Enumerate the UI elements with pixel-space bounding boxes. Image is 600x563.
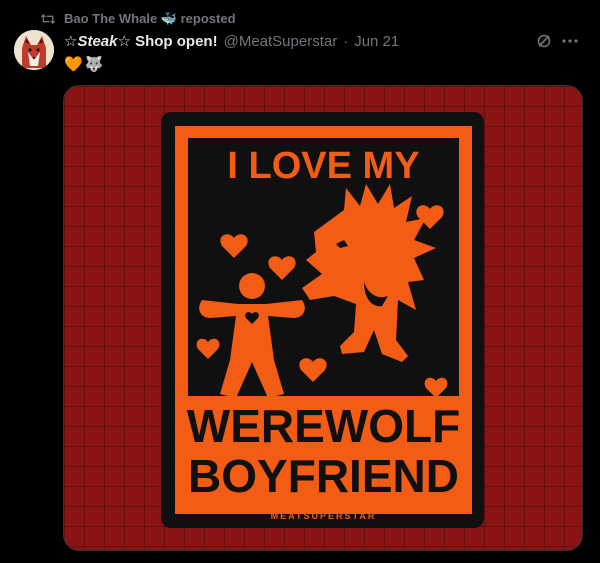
repost-indicator[interactable]: Bao The Whale 🐳 reposted <box>40 9 236 29</box>
post-text: 🧡 🐺 <box>64 54 103 74</box>
separator-dot: · <box>343 32 349 50</box>
werewolf-text: WEREWOLF <box>187 400 460 452</box>
whale-emoji: 🐳 <box>160 11 177 26</box>
avatar[interactable] <box>14 30 54 70</box>
repost-label: reposted <box>180 11 236 26</box>
wolf-emoji: 🐺 <box>84 56 104 73</box>
boyfriend-text: BOYFRIEND <box>188 450 459 502</box>
author-name[interactable]: ☆Steak☆ Shop open! <box>64 32 218 50</box>
repost-icon <box>40 12 56 26</box>
headline-text: I LOVE MY <box>227 145 419 187</box>
post-header: ☆Steak☆ Shop open! @MeatSuperstar · Jun … <box>64 30 580 52</box>
brand-text: MEATSUPERSTAR <box>271 511 377 521</box>
orange-heart-emoji: 🧡 <box>64 56 83 73</box>
repost-user[interactable]: Bao The Whale <box>64 11 157 26</box>
author-handle[interactable]: @MeatSuperstar <box>224 33 338 50</box>
post-image[interactable]: I LOVE MY WEREWOLF BOYFRIEND MEATSUPERST… <box>63 85 583 551</box>
grok-icon[interactable] <box>534 31 554 51</box>
post-date[interactable]: Jun 21 <box>354 33 399 50</box>
more-icon[interactable] <box>560 31 580 51</box>
